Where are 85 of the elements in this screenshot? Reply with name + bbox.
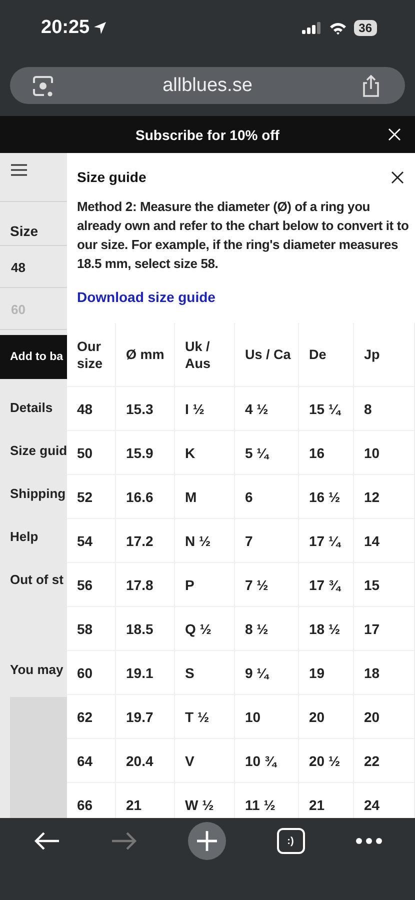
add-to-bag-button[interactable]: Add to ba <box>0 335 67 379</box>
column-header: Ø mm <box>116 323 174 386</box>
table-cell: N ½ <box>174 518 234 562</box>
table-cell: 7 <box>234 518 298 562</box>
signal-icon <box>302 22 322 34</box>
table-cell: 19.7 <box>116 694 174 738</box>
share-icon[interactable] <box>361 74 381 98</box>
battery-indicator: 36 <box>354 20 377 36</box>
table-cell: S <box>174 650 234 694</box>
table-cell: 10 <box>234 694 298 738</box>
panel-title: Size guide <box>77 169 146 185</box>
table-cell: 60 <box>67 650 116 694</box>
clock-time: 20:25 <box>41 17 90 39</box>
table-cell: 56 <box>67 562 116 606</box>
table-cell: T ½ <box>174 694 234 738</box>
table-cell: 18 ½ <box>298 606 354 650</box>
table-cell: V <box>174 738 234 782</box>
table-cell: M <box>174 474 234 518</box>
table-cell: 58 <box>67 606 116 650</box>
table-cell: 19 <box>298 650 354 694</box>
table-cell: 7 ½ <box>234 562 298 606</box>
new-tab-icon[interactable] <box>188 822 226 860</box>
table-cell: 10 ¾ <box>234 738 298 782</box>
table-cell: 15.3 <box>116 386 174 430</box>
menu-icon[interactable] <box>11 164 27 176</box>
table-cell: 15.9 <box>116 430 174 474</box>
table-cell: 9 ¼ <box>234 650 298 694</box>
table-cell: 6 <box>234 474 298 518</box>
table-cell: 64 <box>67 738 116 782</box>
table-cell: 52 <box>67 474 116 518</box>
table-cell: 15 ¼ <box>298 386 354 430</box>
address-bar[interactable]: allblues.se <box>10 67 405 104</box>
table-cell: 48 <box>67 386 116 430</box>
column-header: Uk / Aus <box>174 323 234 386</box>
table-cell: 12 <box>354 474 414 518</box>
description-text: Method 2: Measure the diameter (Ø) of a ring you already own and refer to the chart below to convert it to our size. For example, if the ring's diameter measures 18.5 mm, select size 58. <box>77 198 410 273</box>
table-cell: 16 ½ <box>298 474 354 518</box>
download-link[interactable]: Download size guide <box>77 289 415 305</box>
table-cell: 62 <box>67 694 116 738</box>
table-cell: 10 <box>354 430 414 474</box>
table-cell: K <box>174 430 234 474</box>
lens-icon[interactable] <box>32 74 54 96</box>
table-cell: 17 <box>354 606 414 650</box>
table-cell: 4 ½ <box>234 386 298 430</box>
table-cell: 20 <box>354 694 414 738</box>
table-cell: 50 <box>67 430 116 474</box>
column-header: Our size <box>67 323 116 386</box>
table-cell: 17.8 <box>116 562 174 606</box>
column-header: De <box>298 323 354 386</box>
tabs-button[interactable]: :) <box>276 828 304 854</box>
accordion-link[interactable]: Size guid <box>10 442 67 460</box>
table-cell: 17 ¾ <box>298 562 354 606</box>
accordion-link[interactable]: Out of st <box>10 571 67 589</box>
table-cell: 20 <box>298 694 354 738</box>
more-icon[interactable] <box>356 838 382 844</box>
table-cell: 16.6 <box>116 474 174 518</box>
table-cell: 8 <box>354 386 414 430</box>
wifi-icon <box>328 22 347 34</box>
table-cell: 8 ½ <box>234 606 298 650</box>
location-arrow-icon <box>92 21 107 35</box>
table-cell: Q ½ <box>174 606 234 650</box>
table-cell: 20 ½ <box>298 738 354 782</box>
table-cell: 15 <box>354 562 414 606</box>
table-cell: 17.2 <box>116 518 174 562</box>
table-cell: 18.5 <box>116 606 174 650</box>
promo-text[interactable]: Subscribe for 10% off <box>136 126 280 142</box>
accordion-link[interactable]: Help <box>10 528 67 546</box>
column-header: Jp <box>354 323 414 386</box>
table-cell: 18 <box>354 650 414 694</box>
column-header: Us / Ca <box>234 323 298 386</box>
table-cell: 54 <box>67 518 116 562</box>
accordion-link[interactable]: Shipping <box>10 485 67 503</box>
recommend-heading: You may <box>9 661 64 677</box>
close-icon[interactable] <box>391 170 404 184</box>
table-cell: 19.1 <box>116 650 174 694</box>
table-cell: 20.4 <box>116 738 174 782</box>
table-cell: 16 <box>298 430 354 474</box>
table-cell: 5 ¼ <box>234 430 298 474</box>
table-cell: 22 <box>354 738 414 782</box>
table-cell: P <box>174 562 234 606</box>
table-cell: 14 <box>354 518 414 562</box>
table-cell: 17 ¼ <box>298 518 354 562</box>
table-cell: I ½ <box>174 386 234 430</box>
back-icon[interactable] <box>34 831 60 851</box>
accordion-link[interactable]: Details <box>10 399 67 417</box>
